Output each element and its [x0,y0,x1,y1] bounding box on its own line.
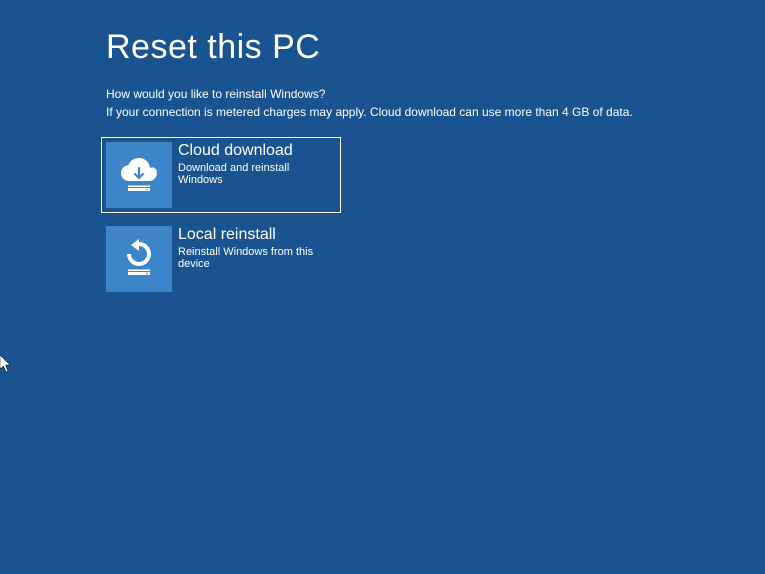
cloud-download-title: Cloud download [178,142,336,160]
local-reinstall-title: Local reinstall [178,226,336,244]
page-title: Reset this PC [106,28,765,67]
cloud-download-icon [106,142,172,208]
cloud-download-desc: Download and reinstall Windows [178,162,336,186]
local-reinstall-option[interactable]: Local reinstall Reinstall Windows from t… [101,221,341,297]
question-text: How would you like to reinstall Windows? [106,87,765,101]
cloud-download-option[interactable]: Cloud download Download and reinstall Wi… [101,137,341,213]
mouse-cursor [0,355,12,373]
local-reinstall-icon [106,226,172,292]
note-text: If your connection is metered charges ma… [106,105,765,119]
local-reinstall-desc: Reinstall Windows from this device [178,246,336,270]
